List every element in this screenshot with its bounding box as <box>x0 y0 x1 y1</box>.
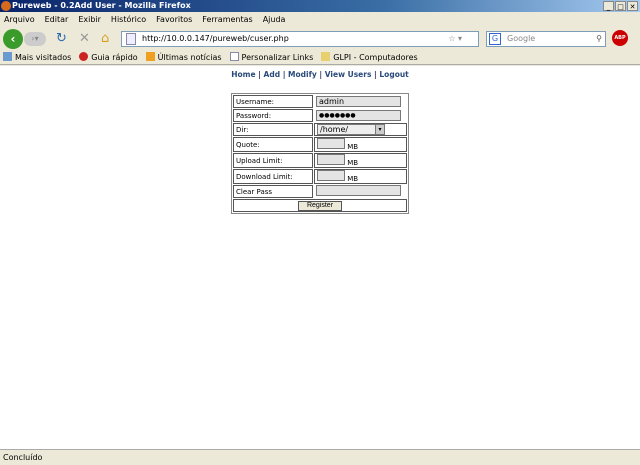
window-title: Pureweb - 0.2Add User - Mozilla Firefox <box>12 1 191 10</box>
bookmark-item[interactable]: Mais visitados <box>3 50 71 64</box>
home-icon[interactable]: ⌂ <box>101 31 109 46</box>
quote-label: Quote: <box>233 137 313 152</box>
menu-ferramentas[interactable]: Ferramentas <box>202 12 252 27</box>
page-icon <box>229 52 239 61</box>
dir-select[interactable]: /home/▾ <box>317 124 385 135</box>
link-modify[interactable]: Modify <box>288 70 317 79</box>
upload-limit-input[interactable] <box>317 154 345 165</box>
bookmark-icon <box>321 52 331 61</box>
username-label: Username: <box>233 95 313 108</box>
rss-icon <box>145 52 155 61</box>
forward-button[interactable]: ›▾ <box>24 32 46 46</box>
clear-pass-label: Clear Pass <box>233 185 313 198</box>
chevron-down-icon: ▾ <box>375 125 384 134</box>
link-view-users[interactable]: View Users <box>325 70 372 79</box>
search-input[interactable]: G Google ⚲ <box>486 31 606 47</box>
bookmark-item[interactable]: Guia rápido <box>79 50 138 64</box>
stop-icon[interactable]: ✕ <box>79 31 90 46</box>
menu-ajuda[interactable]: Ajuda <box>263 12 286 27</box>
bookmarks-toolbar: Mais visitados Guia rápido Últimas notíc… <box>0 50 640 65</box>
search-icon[interactable]: ⚲ <box>596 32 602 46</box>
clear-pass-input[interactable] <box>316 185 401 196</box>
username-input[interactable]: admin <box>316 96 401 107</box>
menu-favoritos[interactable]: Favoritos <box>156 12 192 27</box>
google-icon[interactable]: G <box>489 33 501 45</box>
page-icon <box>126 33 136 45</box>
close-button[interactable]: ✕ <box>627 1 638 11</box>
link-home[interactable]: Home <box>231 70 255 79</box>
adblock-icon[interactable]: ABP <box>612 30 628 46</box>
minimize-button[interactable]: _ <box>603 1 614 11</box>
back-button[interactable]: ‹ <box>3 29 23 49</box>
unit-label: MB <box>347 175 359 183</box>
menu-editar[interactable]: Editar <box>45 12 69 27</box>
upload-limit-label: Upload Limit: <box>233 153 313 168</box>
quote-input[interactable] <box>317 138 345 149</box>
password-input[interactable]: ●●●●●●● <box>316 110 401 121</box>
menu-bar: Arquivo Editar Exibir Histórico Favorito… <box>0 12 640 27</box>
bookmark-item[interactable]: Personalizar Links <box>229 50 313 64</box>
bookmark-item[interactable]: GLPI - Computadores <box>321 50 418 64</box>
firefox-icon <box>1 1 11 11</box>
password-label: Password: <box>233 109 313 122</box>
page-content: Home | Add | Modify | View Users | Logou… <box>0 66 640 449</box>
bookmark-icon <box>79 52 89 61</box>
bookmark-star-icon[interactable]: ☆ ▾ <box>448 32 462 46</box>
navigation-toolbar: ‹ ›▾ ↻ ✕ ⌂ http://10.0.0.147/pureweb/cus… <box>0 27 640 50</box>
link-add[interactable]: Add <box>264 70 281 79</box>
title-bar: Pureweb - 0.2Add User - Mozilla Firefox … <box>0 0 640 12</box>
menu-arquivo[interactable]: Arquivo <box>4 12 35 27</box>
dir-label: Dir: <box>233 123 313 136</box>
download-limit-input[interactable] <box>317 170 345 181</box>
nav-links: Home | Add | Modify | View Users | Logou… <box>231 70 409 79</box>
status-text: Concluído <box>3 453 43 462</box>
bookmark-icon <box>3 52 12 61</box>
unit-label: MB <box>347 143 359 151</box>
status-bar: Concluído <box>0 449 640 465</box>
register-button[interactable]: Register <box>297 200 343 211</box>
add-user-form: Username: admin Password: ●●●●●●● Dir: /… <box>231 93 409 214</box>
maximize-button[interactable]: □ <box>615 1 626 11</box>
menu-exibir[interactable]: Exibir <box>78 12 101 27</box>
unit-label: MB <box>347 159 359 167</box>
url-bar[interactable]: http://10.0.0.147/pureweb/cuser.php ☆ ▾ <box>121 31 479 47</box>
url-text: http://10.0.0.147/pureweb/cuser.php <box>142 34 289 43</box>
link-logout[interactable]: Logout <box>379 70 408 79</box>
menu-historico[interactable]: Histórico <box>111 12 146 27</box>
download-limit-label: Download Limit: <box>233 169 313 184</box>
bookmark-item[interactable]: Últimas notícias <box>145 50 222 64</box>
search-placeholder: Google <box>507 34 536 43</box>
reload-icon[interactable]: ↻ <box>56 31 67 46</box>
